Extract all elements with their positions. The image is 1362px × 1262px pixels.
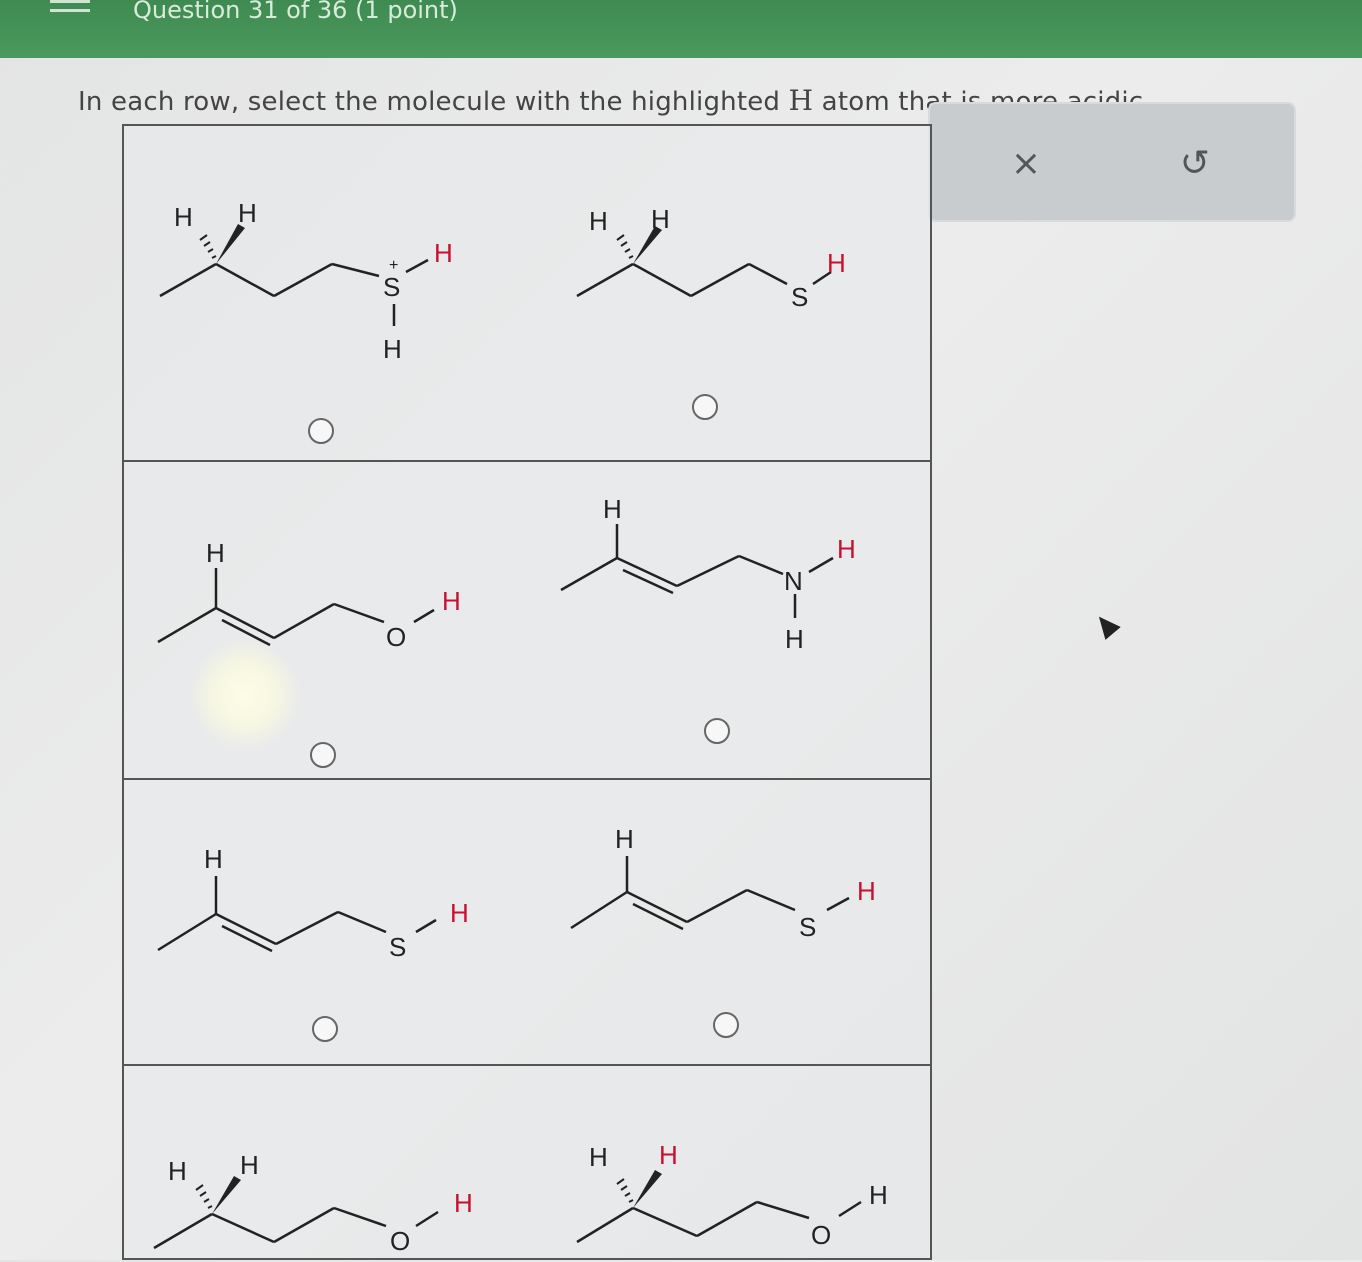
molecule-option-1a[interactable]: H H S + H H <box>124 126 527 460</box>
choice-row-1: H H S + H H H H S H <box>124 126 930 462</box>
h-atom: H <box>383 334 402 364</box>
sulfur-atom: S <box>791 282 808 312</box>
molecule-option-2b[interactable]: H N H H <box>527 462 930 778</box>
highlighted-h-atom: H <box>434 238 453 268</box>
oxygen-atom: O <box>811 1220 831 1250</box>
molecule-option-4a[interactable]: H H O H <box>124 1066 527 1262</box>
radio-option-1a[interactable] <box>308 418 334 444</box>
molecule-2a-structure: H O H <box>157 538 461 652</box>
h-atom: H <box>204 844 223 874</box>
highlighted-h-atom: H <box>837 534 856 564</box>
sulfur-atom: S <box>799 912 816 942</box>
answer-toolbar: × ↺ <box>928 102 1296 222</box>
molecule-1a-structure: H H S + H H <box>159 198 453 364</box>
radio-option-3a[interactable] <box>312 1016 338 1042</box>
question-header: Question 31 of 36 (1 point) <box>0 0 1362 58</box>
molecule-option-3a[interactable]: H S H <box>124 780 527 1064</box>
menu-icon[interactable] <box>50 0 90 12</box>
screen-glare <box>190 640 300 750</box>
h-atom: H <box>785 624 804 654</box>
molecule-option-2a[interactable]: H O H <box>124 462 527 778</box>
mouse-cursor-icon <box>1091 610 1121 640</box>
h-atom: H <box>603 494 622 524</box>
molecule-option-1b[interactable]: H H S H <box>527 126 930 460</box>
h-atom: H <box>589 206 608 236</box>
clear-icon[interactable]: × <box>996 134 1056 194</box>
h-atom: H <box>174 202 193 232</box>
radio-option-2a[interactable] <box>310 742 336 768</box>
highlighted-h-atom: H <box>450 898 469 928</box>
oxygen-atom: O <box>386 622 406 652</box>
molecule-1b-structure: H H S H <box>576 204 846 312</box>
prompt-text-before: In each row, select the molecule with th… <box>78 87 789 117</box>
undo-icon[interactable]: ↺ <box>1165 134 1225 194</box>
oxygen-atom: O <box>390 1226 410 1256</box>
radio-option-2b[interactable] <box>704 718 730 744</box>
h-atom: H <box>238 198 257 228</box>
sulfur-atom: S <box>383 272 400 302</box>
h-atom: H <box>659 1140 678 1170</box>
h-atom: H <box>589 1142 608 1172</box>
sulfur-atom: S <box>389 932 406 962</box>
highlighted-h-atom: H <box>442 586 461 616</box>
molecule-4a-structure: H H O H <box>153 1150 473 1256</box>
h-atom: H <box>651 204 670 234</box>
question-counter: Question 31 of 36 (1 point) <box>133 0 458 24</box>
h-atom: H <box>240 1150 259 1180</box>
highlighted-h-atom: H <box>454 1188 473 1218</box>
molecule-option-3b[interactable]: H S H <box>527 780 930 1064</box>
molecule-4b-structure: H H O H <box>576 1140 888 1250</box>
nitrogen-atom: N <box>784 566 803 596</box>
choice-row-4: H H O H H H O H <box>124 1066 930 1262</box>
h-atom: H <box>168 1156 187 1186</box>
molecule-option-4b[interactable]: H H O H <box>527 1066 930 1262</box>
h-atom: H <box>615 824 634 854</box>
positive-charge: + <box>389 257 398 274</box>
h-atom: H <box>206 538 225 568</box>
highlighted-h-atom: H <box>857 876 876 906</box>
highlighted-h-atom: H <box>827 248 846 278</box>
radio-option-1b[interactable] <box>692 394 718 420</box>
prompt-atom-symbol: H <box>788 84 814 117</box>
radio-option-3b[interactable] <box>713 1012 739 1038</box>
highlighted-h-atom: H <box>869 1180 888 1210</box>
choice-row-3: H S H H S H <box>124 780 930 1066</box>
